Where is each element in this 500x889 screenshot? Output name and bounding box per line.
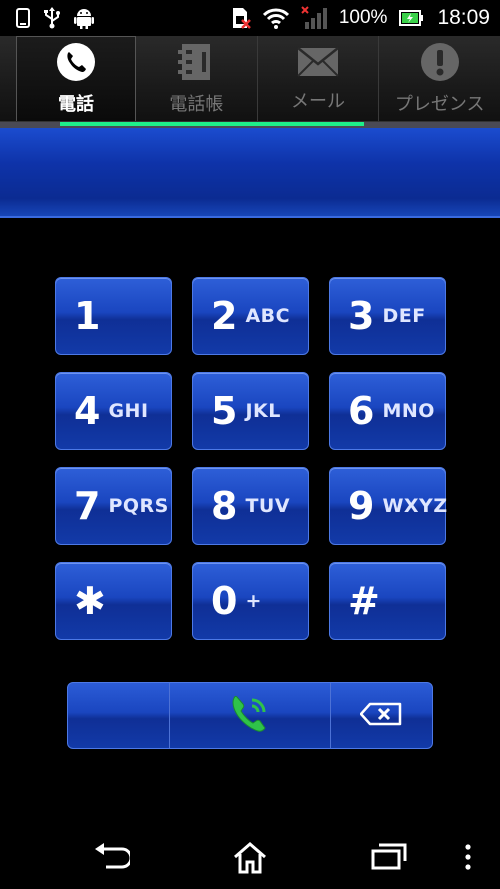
home-icon <box>231 841 269 879</box>
key-7[interactable]: 7 PQRS <box>55 467 172 545</box>
key-digit: # <box>348 579 380 623</box>
battery-icon <box>399 9 424 27</box>
key-letters: WXYZ <box>382 495 448 517</box>
number-display[interactable] <box>0 128 500 218</box>
sim-icon <box>231 7 251 29</box>
phone-icon <box>56 42 96 86</box>
key-digit: 6 <box>348 389 375 433</box>
tab-label: プレゼンス <box>394 93 485 115</box>
dialpad: 1 2 ABC 3 DEF 4 GHI 5 JKL 6 MNO 7 PQRS 8… <box>0 218 500 668</box>
backspace-button[interactable] <box>331 683 432 748</box>
recent-apps-icon <box>370 841 408 875</box>
key-digit: 0 <box>211 579 238 623</box>
key-6[interactable]: 6 MNO <box>329 372 446 450</box>
phonebook-icon <box>178 42 214 86</box>
overflow-menu-icon <box>462 841 474 877</box>
overflow-menu-button[interactable] <box>462 841 474 877</box>
key-hash[interactable]: # <box>329 562 446 640</box>
key-star[interactable]: ✱ <box>55 562 172 640</box>
key-digit: 1 <box>74 294 101 338</box>
tab-label: メール <box>291 90 345 112</box>
dial-action-bar <box>67 682 433 749</box>
presence-icon <box>420 42 460 86</box>
action-empty <box>68 683 171 748</box>
tab-phonebook[interactable]: 電話帳 <box>136 36 258 121</box>
clock: 18:09 <box>437 6 490 29</box>
key-letters: TUV <box>245 495 291 517</box>
key-1[interactable]: 1 <box>55 277 172 355</box>
key-letters: JKL <box>245 400 281 422</box>
tab-bar: 電話 電話帳 メール プレゼンス <box>0 36 500 122</box>
key-digit: 3 <box>348 294 375 338</box>
tab-mail[interactable]: メール <box>258 36 380 121</box>
call-button[interactable] <box>170 683 331 748</box>
android-icon <box>74 7 94 29</box>
key-letters: + <box>245 590 262 612</box>
wifi-icon <box>262 7 289 29</box>
key-2[interactable]: 2 ABC <box>192 277 309 355</box>
recent-apps-button[interactable] <box>370 841 408 875</box>
key-digit: 5 <box>211 389 238 433</box>
tab-label: 電話帳 <box>169 93 224 115</box>
key-letters: ABC <box>245 305 291 327</box>
key-letters: PQRS <box>108 495 169 517</box>
key-digit: 4 <box>74 389 101 433</box>
key-0[interactable]: 0 + <box>192 562 309 640</box>
key-digit: ✱ <box>74 579 106 623</box>
key-3[interactable]: 3 DEF <box>329 277 446 355</box>
back-button[interactable] <box>92 841 133 877</box>
phone-icon <box>16 8 30 28</box>
key-digit: 9 <box>348 484 375 528</box>
key-4[interactable]: 4 GHI <box>55 372 172 450</box>
key-9[interactable]: 9 WXYZ <box>329 467 448 545</box>
tab-label: 電話 <box>58 93 94 115</box>
key-8[interactable]: 8 TUV <box>192 467 309 545</box>
status-bar: 100% 18:09 <box>0 0 500 36</box>
usb-icon <box>42 7 62 29</box>
tab-presence[interactable]: プレゼンス <box>379 36 500 121</box>
key-digit: 8 <box>211 484 238 528</box>
key-digit: 7 <box>74 484 101 528</box>
home-button[interactable] <box>231 841 269 879</box>
key-letters: MNO <box>382 400 435 422</box>
tab-indicator <box>60 122 364 126</box>
key-digit: 2 <box>211 294 238 338</box>
tab-phone[interactable]: 電話 <box>16 36 136 121</box>
call-icon <box>228 692 272 740</box>
navigation-bar <box>0 829 500 889</box>
key-letters: DEF <box>382 305 426 327</box>
signal-icon <box>301 6 327 30</box>
key-5[interactable]: 5 JKL <box>192 372 309 450</box>
backspace-icon <box>360 702 402 730</box>
back-icon <box>92 841 133 877</box>
battery-percentage: 100% <box>338 7 388 28</box>
key-letters: GHI <box>108 400 149 422</box>
envelope-icon <box>297 45 339 83</box>
